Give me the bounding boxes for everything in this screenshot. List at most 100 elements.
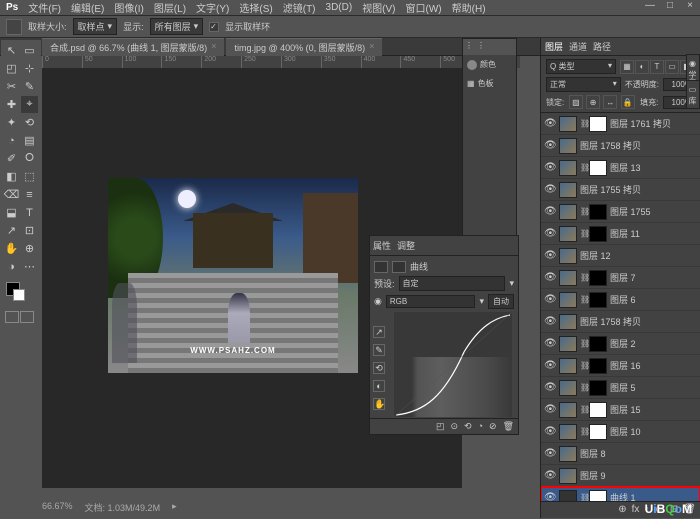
path-tool[interactable]: ⌫	[3, 186, 20, 203]
edge-tab-library[interactable]: ▭ 库	[686, 80, 700, 109]
layer-thumb[interactable]	[589, 116, 607, 132]
layer-row[interactable]: 👁图层 1758 拷贝	[541, 135, 700, 157]
layer-row[interactable]: 👁图层 12	[541, 245, 700, 267]
layer-name[interactable]: 图层 1755 拷贝	[580, 183, 697, 196]
tab-paths[interactable]: 路径	[593, 40, 611, 53]
channel-dropdown[interactable]: RGB	[386, 295, 476, 308]
layer-row[interactable]: 👁图层 1755 拷贝	[541, 179, 700, 201]
window-maximize[interactable]: □	[664, 0, 676, 11]
close-icon[interactable]: ×	[369, 41, 374, 54]
visibility-icon[interactable]: 👁	[544, 448, 556, 459]
curve-pencil-tool[interactable]: ✎	[373, 344, 385, 356]
show-combo[interactable]: 所有图层▾	[150, 18, 204, 35]
link-layers-icon[interactable]: ⊕	[618, 504, 626, 517]
crop-tool[interactable]: ◰	[3, 60, 20, 77]
visibility-icon[interactable]: 👁	[544, 250, 556, 261]
background-color[interactable]	[13, 289, 25, 301]
hand-tool[interactable]: ✋	[3, 240, 20, 257]
layer-name[interactable]: 图层 10	[610, 425, 697, 438]
window-close[interactable]: ×	[684, 0, 696, 11]
layer-thumb[interactable]	[589, 402, 607, 418]
layer-name[interactable]: 图层 6	[610, 293, 697, 306]
wand-tool[interactable]: ✦	[3, 114, 20, 131]
visibility-icon[interactable]: 👁	[544, 140, 556, 151]
menu-view[interactable]: 视图(V)	[362, 0, 395, 15]
layer-name[interactable]: 图层 7	[610, 271, 697, 284]
frame-tool[interactable]: ⊹	[21, 60, 38, 77]
panel-grip-icon[interactable]: ⋮	[465, 41, 473, 53]
layer-thumb[interactable]	[559, 182, 577, 198]
menu-select[interactable]: 选择(S)	[239, 0, 272, 15]
layer-thumb[interactable]	[559, 116, 577, 132]
marquee-tool[interactable]: ▭	[21, 42, 38, 59]
layer-row[interactable]: 👁图层 8	[541, 443, 700, 465]
rect-tool[interactable]: ⊡	[21, 222, 38, 239]
preset-dropdown[interactable]: 自定	[399, 276, 506, 291]
clone-tool[interactable]: ⟲	[21, 114, 38, 131]
dodge-tool[interactable]: ⭘	[21, 150, 38, 167]
clip-icon[interactable]: ◰	[436, 421, 445, 432]
layer-thumb[interactable]	[589, 226, 607, 242]
layer-row[interactable]: 👁⛓图层 15	[541, 399, 700, 421]
tool-preset-icon[interactable]	[6, 19, 22, 35]
visibility-icon[interactable]: 👁	[544, 228, 556, 239]
menu-image[interactable]: 图像(I)	[114, 0, 143, 15]
layer-name[interactable]: 图层 11	[610, 227, 697, 240]
layer-row[interactable]: 👁⛓图层 11	[541, 223, 700, 245]
layer-thumb[interactable]	[589, 204, 607, 220]
trash-icon[interactable]: 🗑	[503, 421, 514, 432]
doc-info[interactable]: 文档: 1.03M/49.2M	[85, 501, 161, 514]
foreground-color[interactable]	[6, 282, 20, 296]
visibility-icon[interactable]: 👁	[544, 338, 556, 349]
curve-point-tool[interactable]: ↗	[373, 326, 385, 338]
layer-thumb[interactable]	[559, 292, 577, 308]
visibility-icon[interactable]: 👁	[544, 492, 556, 501]
zoom-tool[interactable]: ⊕	[21, 240, 38, 257]
layers-list[interactable]: 👁⛓图层 1761 拷贝👁图层 1758 拷贝👁⛓图层 13👁图层 1755 拷…	[541, 113, 700, 501]
visibility-icon[interactable]: 👁	[544, 426, 556, 437]
layer-thumb[interactable]	[559, 446, 577, 462]
layer-name[interactable]: 图层 1758 拷贝	[580, 315, 697, 328]
menu-filter[interactable]: 滤镜(T)	[283, 0, 316, 15]
layer-thumb[interactable]	[559, 380, 577, 396]
layer-thumb[interactable]	[559, 270, 577, 286]
layer-name[interactable]: 图层 9	[580, 469, 697, 482]
layer-thumb[interactable]	[589, 490, 607, 502]
layer-row[interactable]: 👁图层 9	[541, 465, 700, 487]
layer-row[interactable]: 👁⛓图层 10	[541, 421, 700, 443]
layer-thumb[interactable]	[559, 490, 577, 502]
curve-hand-tool[interactable]: ✋	[373, 398, 385, 410]
tab-channels[interactable]: 通道	[569, 40, 587, 53]
status-arrow-icon[interactable]: ▸	[172, 501, 177, 514]
layer-thumb[interactable]	[589, 336, 607, 352]
layer-name[interactable]: 图层 16	[610, 359, 697, 372]
layer-name[interactable]: 图层 13	[610, 161, 697, 174]
layer-thumb[interactable]	[589, 160, 607, 176]
layer-row[interactable]: 👁⛓图层 16	[541, 355, 700, 377]
visibility-icon[interactable]: 👁	[544, 162, 556, 173]
swatches-icon[interactable]: ▦	[467, 79, 475, 88]
menu-help[interactable]: 帮助(H)	[452, 0, 486, 15]
layer-row[interactable]: 👁⛓图层 13	[541, 157, 700, 179]
menu-edit[interactable]: 编辑(E)	[71, 0, 104, 15]
layer-row[interactable]: 👁⛓曲线 1	[541, 487, 700, 501]
eye-icon[interactable]: ◔	[478, 421, 483, 432]
history-brush-tool[interactable]: ◔	[3, 132, 20, 149]
layer-row[interactable]: 👁⛓图层 7	[541, 267, 700, 289]
panel-grip-icon[interactable]: ⋮	[477, 41, 485, 53]
more-tool[interactable]: ⋯	[21, 258, 38, 275]
auto-button[interactable]: 自动	[488, 294, 514, 309]
menu-3d[interactable]: 3D(D)	[326, 2, 353, 13]
gradient-tool[interactable]: ▤	[21, 132, 38, 149]
tab-properties[interactable]: 属性	[373, 239, 391, 252]
visibility-icon[interactable]: 👁	[544, 272, 556, 283]
layer-row[interactable]: 👁⛓图层 1755	[541, 201, 700, 223]
layer-name[interactable]: 图层 2	[610, 337, 697, 350]
close-icon[interactable]: ×	[211, 41, 216, 54]
visibility-icon[interactable]: 👁	[544, 382, 556, 393]
layer-name[interactable]: 图层 5	[610, 381, 697, 394]
shape-tool[interactable]: ⬓	[3, 204, 20, 221]
extra-tool[interactable]: ◑	[3, 258, 20, 275]
direct-tool[interactable]: ≡	[21, 186, 38, 203]
document-canvas[interactable]: WWW.PSAHZ.COM	[108, 178, 358, 373]
